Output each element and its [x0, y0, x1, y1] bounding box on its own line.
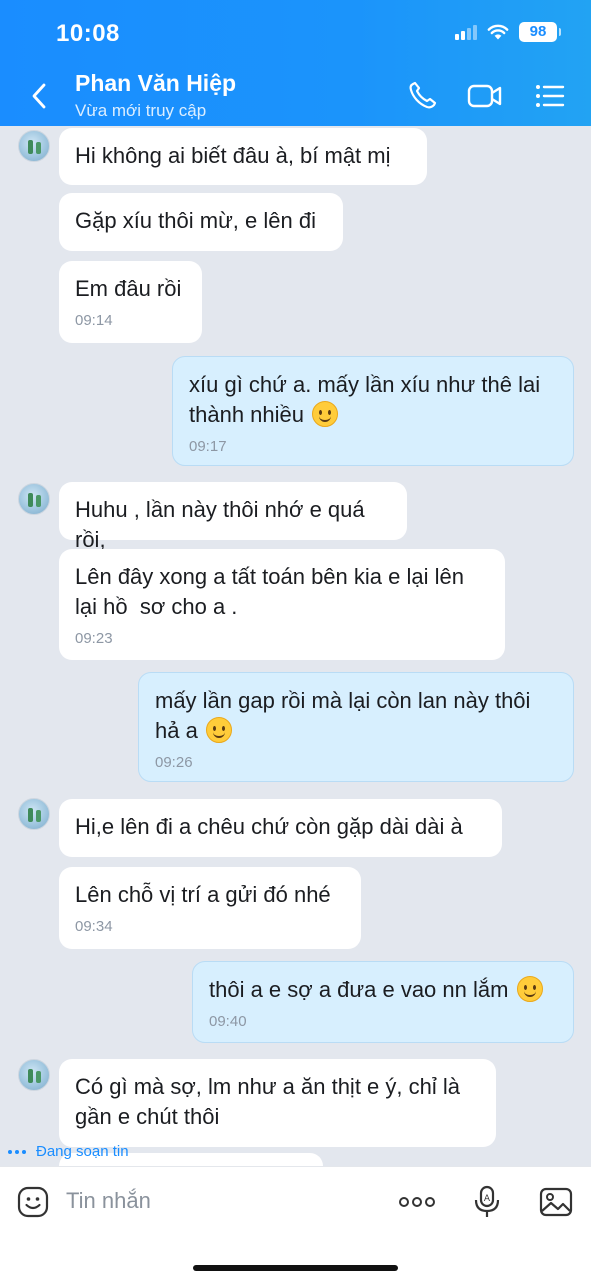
wifi-icon	[487, 24, 509, 39]
message-bubble-outgoing[interactable]: mấy lần gap rồi mà lại còn lan này thôi …	[138, 672, 574, 782]
image-picker-button[interactable]	[539, 1185, 573, 1219]
voice-input-button[interactable]: A	[470, 1185, 504, 1219]
message-bubble-incoming[interactable]: Gặp xíu thôi mừ, e lên đi	[59, 193, 343, 251]
message-text: Em đâu rồi	[75, 276, 182, 301]
contact-status: Vừa mới truy cập	[75, 101, 207, 120]
message-text: Lên chỗ vị trí a gửi đó nhé	[75, 882, 331, 907]
typing-text: Đang soạn tin	[36, 1143, 129, 1160]
sticker-button[interactable]	[16, 1185, 50, 1219]
message-bubble-incoming[interactable]: Hi,e lên đi a chêu chứ còn gặp dài dài à	[59, 799, 502, 857]
sticker-icon	[17, 1186, 49, 1218]
message-text: xíu gì chứ a. mấy lần xíu như thê lai	[189, 372, 541, 397]
contact-avatar[interactable]	[18, 130, 50, 162]
message-text: thôi a e sợ a đưa e vao nn lắm	[209, 977, 509, 1002]
cellular-signal-icon	[455, 24, 477, 40]
message-text: Hi,e lên đi a chêu chứ còn gặp dài dài à	[75, 814, 463, 839]
chat-header: 10:08 98 Phan Văn Hiệp Vừa mới truy cập	[0, 0, 591, 126]
message-text: gần e chút thôi	[75, 1104, 220, 1129]
message-text: lại hồ sơ cho a .	[75, 594, 238, 619]
message-text: Có gì mà sợ, lm như a ăn thịt e ý, chỉ l…	[75, 1074, 460, 1099]
battery-icon: 98	[519, 22, 561, 42]
voice-call-button[interactable]	[406, 80, 440, 112]
message-list[interactable]: Hi không ai biết đâu à, bí mật mị Gặp xí…	[0, 126, 591, 1166]
smiling-face-emoji-icon	[312, 401, 339, 427]
message-bubble-incoming[interactable]: Em đâu rồi 09:14	[59, 261, 202, 343]
message-timestamp: 09:14	[75, 312, 113, 329]
svg-text:A: A	[484, 1194, 491, 1204]
message-timestamp: 09:23	[75, 630, 113, 647]
message-timestamp: 09:17	[189, 438, 227, 455]
more-options-icon	[399, 1197, 435, 1207]
message-bubble-outgoing[interactable]: thôi a e sợ a đưa e vao nn lắm 09:40	[192, 961, 574, 1043]
message-text: mấy lần gap rồi mà lại còn lan này thôi	[155, 688, 531, 713]
smiling-face-emoji-icon	[205, 717, 232, 743]
message-text: Lên đây xong a tất toán bên kia e lại lê…	[75, 564, 464, 589]
message-timestamp: 09:40	[209, 1013, 247, 1030]
status-time: 10:08	[56, 20, 120, 47]
typing-dots-icon	[8, 1149, 26, 1154]
back-arrow-icon	[32, 83, 46, 109]
contact-avatar[interactable]	[18, 798, 50, 830]
message-text: Hi không ai biết đâu à, bí mật mị	[75, 143, 391, 168]
voice-input-icon: A	[474, 1185, 500, 1217]
message-input[interactable]	[66, 1184, 366, 1218]
message-text: Gặp xíu thôi mừ, e lên đi	[75, 208, 316, 233]
image-icon	[539, 1187, 573, 1217]
status-icons: 98	[455, 22, 561, 42]
message-bubble-outgoing[interactable]: xíu gì chứ a. mấy lần xíu như thê lai th…	[172, 356, 574, 466]
message-bubble-incoming[interactable]: Lên chỗ vị trí a gửi đó nhé 09:34	[59, 867, 361, 949]
message-input-bar: A	[0, 1166, 591, 1280]
video-call-button[interactable]	[466, 80, 502, 112]
smiling-face-emoji-icon	[516, 976, 543, 1002]
contact-name[interactable]: Phan Văn Hiệp	[75, 70, 236, 97]
chat-options-button[interactable]	[532, 80, 566, 112]
home-indicator[interactable]	[193, 1265, 398, 1271]
message-bubble-incoming[interactable]: Hi không ai biết đâu à, bí mật mị	[59, 128, 427, 185]
phone-icon	[409, 81, 437, 109]
message-bubble-incoming[interactable]: Có gì mà sợ, lm như a ăn thịt e ý, chỉ l…	[59, 1059, 496, 1147]
contact-avatar[interactable]	[18, 1059, 50, 1091]
typing-indicator: Đang soạn tin	[8, 1143, 129, 1160]
message-timestamp: 09:26	[155, 754, 193, 771]
menu-list-icon	[536, 85, 565, 107]
message-bubble-incoming[interactable]: Huhu , lần này thôi nhớ e quá rồi,	[59, 482, 407, 552]
video-call-icon	[467, 84, 502, 108]
contact-avatar[interactable]	[18, 483, 50, 515]
back-button[interactable]	[24, 78, 56, 114]
message-timestamp: 09:34	[75, 918, 113, 935]
message-text: thành nhiều	[189, 402, 304, 427]
message-text: hả a	[155, 718, 198, 743]
message-bubble-incoming[interactable]: Lên đây xong a tất toán bên kia e lại lê…	[59, 549, 505, 660]
more-options-button[interactable]	[397, 1185, 437, 1219]
message-text: Huhu , lần này thôi nhớ e quá rồi,	[75, 497, 365, 552]
